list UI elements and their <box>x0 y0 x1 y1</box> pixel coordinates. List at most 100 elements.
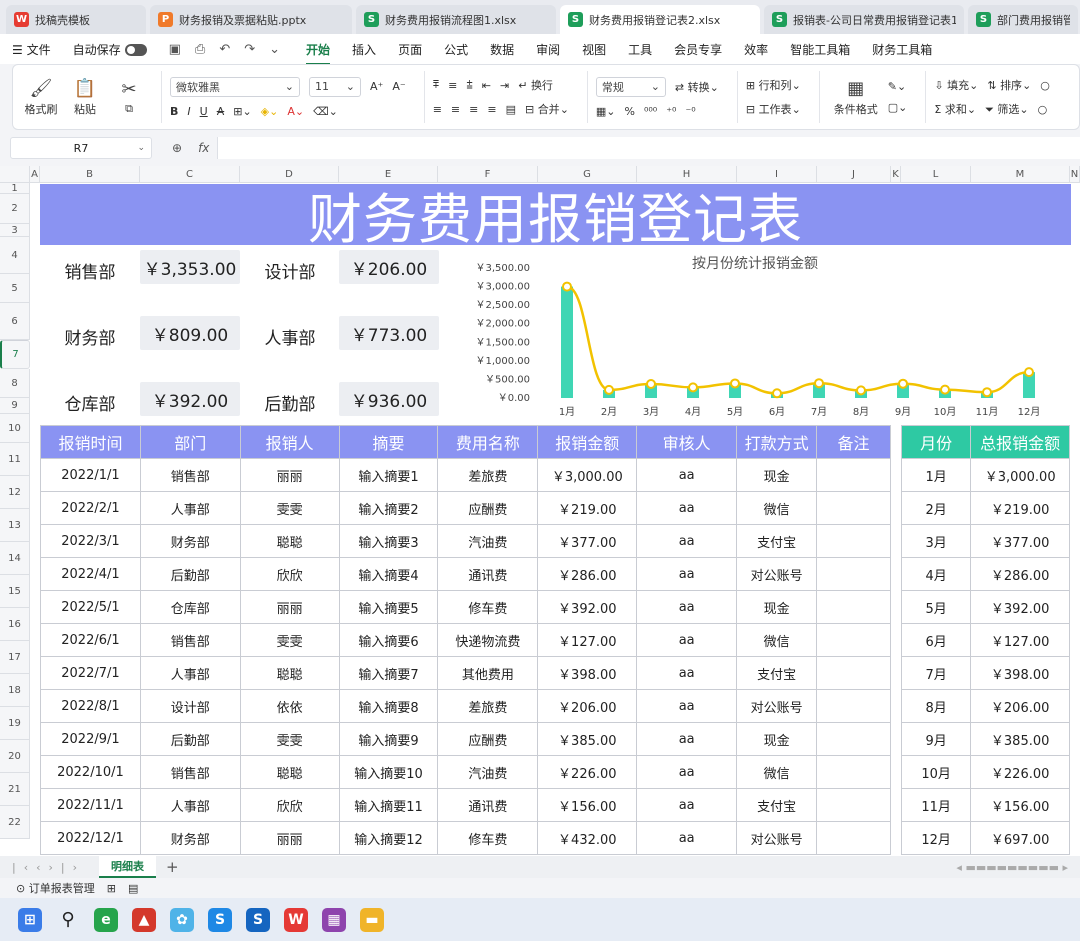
table-cell[interactable]: 9月 <box>900 722 972 756</box>
row-header[interactable]: 4 <box>0 237 30 274</box>
ribbon-tab-5[interactable]: 审阅 <box>536 41 560 58</box>
table-cell[interactable]: ￥385.00 <box>537 722 638 756</box>
table-cell[interactable]: 通讯费 <box>437 557 539 591</box>
table-cell[interactable]: ￥127.00 <box>537 623 638 657</box>
table-cell[interactable] <box>816 590 891 624</box>
doc-tab-0[interactable]: W 找稿壳模板 <box>6 5 146 34</box>
detail-header-cell[interactable]: 报销金额 <box>537 425 638 459</box>
table-cell[interactable]: 11月 <box>900 788 972 822</box>
indent-left-icon[interactable]: ⇤ <box>482 79 491 92</box>
table-cell[interactable]: ￥377.00 <box>537 524 638 558</box>
table-cell[interactable]: 输入摘要1 <box>338 458 439 492</box>
table-cell[interactable]: aa <box>636 689 738 723</box>
table-cell[interactable]: 销售部 <box>139 755 241 789</box>
filter-button[interactable]: ⏷ 筛选⌄ <box>985 101 1029 117</box>
align-top-icon[interactable]: ⩱ <box>433 78 439 92</box>
percent-icon[interactable]: % <box>625 105 635 118</box>
table-cell[interactable]: 2022/3/1 <box>40 524 141 558</box>
table-cell[interactable]: 雯雯 <box>239 623 340 657</box>
table-cell[interactable]: 输入摘要6 <box>338 623 439 657</box>
table-cell[interactable]: 10月 <box>900 755 972 789</box>
row-header[interactable]: 19 <box>0 707 30 740</box>
table-cell[interactable]: aa <box>636 557 738 591</box>
ribbon-tab-0[interactable]: 开始 <box>306 41 331 65</box>
column-header[interactable]: B <box>40 166 140 183</box>
store-icon[interactable]: ✿ <box>170 907 194 932</box>
row-header[interactable]: 9 <box>0 398 30 414</box>
table-cell[interactable]: ￥3,000.00 <box>537 458 638 492</box>
ribbon-tab-6[interactable]: 视图 <box>582 41 606 58</box>
detail-header-cell[interactable]: 费用名称 <box>437 425 539 459</box>
wps-icon[interactable]: W <box>284 907 308 932</box>
horizontal-scrollbar[interactable]: ◂ ▬▬▬▬▬▬▬▬▬ ▸ <box>956 861 1068 874</box>
sogou-icon[interactable]: S <box>208 907 232 932</box>
table-cell[interactable]: 设计部 <box>139 689 241 723</box>
table-cell[interactable]: 汽油费 <box>437 524 539 558</box>
table-cell[interactable]: 6月 <box>900 623 972 657</box>
table-cell[interactable]: 微信 <box>736 623 818 657</box>
indent-right-icon[interactable]: ⇥ <box>500 79 509 92</box>
ribbon-tab-7[interactable]: 工具 <box>628 41 652 58</box>
table-cell[interactable]: 差旅费 <box>437 458 539 492</box>
table-cell[interactable]: ￥226.00 <box>537 755 638 789</box>
column-header[interactable]: C <box>140 166 240 183</box>
border-icon[interactable]: ⊞⌄ <box>233 105 251 118</box>
number-format-select[interactable]: 常规 ⌄ <box>595 76 666 97</box>
table-cell[interactable]: 2022/12/1 <box>40 821 141 855</box>
table-cell[interactable]: 应酬费 <box>437 491 539 525</box>
detail-header-cell[interactable]: 报销人 <box>239 425 340 459</box>
ribbon-tab-9[interactable]: 效率 <box>744 41 768 58</box>
select-all-corner[interactable] <box>0 166 30 183</box>
table-cell[interactable]: 财务部 <box>139 821 241 855</box>
cell-style-icon[interactable]: ✎⌄ <box>888 80 906 93</box>
font-name-select[interactable]: 微软雅黑 ⌄ <box>170 76 300 97</box>
table-cell[interactable]: ￥3,000.00 <box>970 458 1070 492</box>
detail-header-cell[interactable]: 报销时间 <box>40 425 141 459</box>
table-cell[interactable] <box>816 491 891 525</box>
table-cell[interactable]: ￥286.00 <box>970 557 1070 591</box>
row-header[interactable]: 15 <box>0 575 30 608</box>
table-cell[interactable] <box>816 656 891 690</box>
table-cell[interactable]: 丽丽 <box>239 458 340 492</box>
table-cell[interactable]: 输入摘要9 <box>338 722 439 756</box>
folder-icon[interactable]: ▬ <box>360 907 384 932</box>
table-cell[interactable] <box>816 524 891 558</box>
table-cell[interactable]: 微信 <box>736 491 818 525</box>
table-cell[interactable]: aa <box>636 755 738 789</box>
table-cell[interactable]: ￥398.00 <box>537 656 638 690</box>
table-cell[interactable]: 2022/9/1 <box>40 722 141 756</box>
wrap-text-button[interactable]: ↵ 换行 <box>518 77 553 93</box>
table-cell[interactable]: 快递物流费 <box>437 623 539 657</box>
doc-tab-2[interactable]: S 财务费用报销流程图1.xlsx <box>356 5 556 34</box>
table-cell[interactable]: aa <box>636 491 738 525</box>
search-icon[interactable]: ⚲ <box>56 908 80 932</box>
sort-button[interactable]: ⇅ 排序⌄ <box>987 77 1031 93</box>
row-header[interactable]: 14 <box>0 542 30 575</box>
row-header[interactable]: 10 <box>0 414 30 443</box>
table-cell[interactable]: 人事部 <box>139 656 241 690</box>
doc-tab-3[interactable]: S 财务费用报销登记表2.xlsx <box>560 5 760 34</box>
table-cell[interactable]: ￥392.00 <box>970 590 1070 624</box>
table-cell[interactable]: 2022/2/1 <box>40 491 141 525</box>
table-cell[interactable]: ￥385.00 <box>970 722 1070 756</box>
underline-icon[interactable]: U <box>200 105 208 118</box>
table-cell[interactable]: 12月 <box>900 821 972 855</box>
sheet-nav-arrows-icon[interactable]: |‹‹›|› <box>12 861 85 874</box>
detail-header-cell[interactable]: 审核人 <box>636 425 738 459</box>
table-cell[interactable]: ￥219.00 <box>970 491 1070 525</box>
table-cell[interactable]: 输入摘要12 <box>338 821 439 855</box>
sum-button[interactable]: Σ 求和⌄ <box>934 101 976 117</box>
table-cell[interactable]: 对公账号 <box>736 557 818 591</box>
undo-icon[interactable]: ↶ <box>219 42 230 57</box>
thousands-icon[interactable]: ⁰⁰⁰ <box>644 105 657 118</box>
table-cell[interactable]: aa <box>636 590 738 624</box>
table-cell[interactable]: 1月 <box>900 458 972 492</box>
table-cell[interactable]: 现金 <box>736 722 818 756</box>
table-cell[interactable]: 人事部 <box>139 491 241 525</box>
table-cell[interactable]: 聪聪 <box>239 755 340 789</box>
frame-icon[interactable]: ▢⌄ <box>888 101 908 114</box>
format-painter-button[interactable]: 🖌 格式刷 <box>21 77 61 117</box>
table-cell[interactable]: 2022/10/1 <box>40 755 141 789</box>
table-cell[interactable]: 2月 <box>900 491 972 525</box>
table-cell[interactable]: 支付宝 <box>736 788 818 822</box>
